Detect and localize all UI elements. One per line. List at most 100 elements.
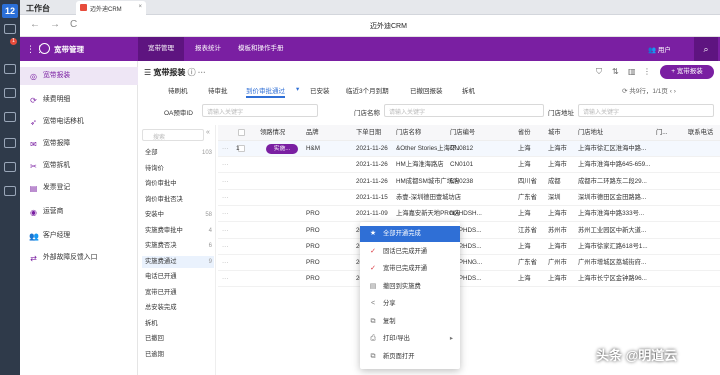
workspace-label[interactable]: 工作台	[26, 3, 50, 14]
row-menu-icon[interactable]: ···	[222, 141, 228, 157]
store-address-input[interactable]: 请输入关键字	[578, 104, 714, 117]
row-menu-icon[interactable]: ···	[222, 223, 228, 239]
row-menu-icon[interactable]: ···	[222, 206, 228, 222]
status-list-item[interactable]: 总安装完成	[142, 302, 214, 314]
add-broadband-button[interactable]: + 宽带报装	[660, 65, 714, 79]
view-title[interactable]: ☰ 宽带报装 ⓘ ···	[144, 67, 206, 78]
status-list-item[interactable]: 询价审批中	[142, 178, 214, 190]
module-name[interactable]: 宽带管理	[54, 44, 84, 55]
sidebar-item-renewal[interactable]: ⟳ 续费明细	[20, 91, 138, 109]
sidebar-item-removal[interactable]: ✂ 宽带拆机	[20, 157, 138, 175]
header-store[interactable]: 门店名称	[396, 125, 421, 141]
header-province[interactable]: 省份	[518, 125, 531, 141]
app-logo[interactable]: 12	[2, 4, 18, 18]
status-list-item[interactable]: 电话已开通	[142, 271, 214, 283]
chevron-down-icon[interactable]: ▾	[296, 85, 299, 93]
header-extra[interactable]: 门...	[656, 125, 668, 141]
tab-close-icon[interactable]: ×	[138, 4, 142, 10]
calendar-icon[interactable]	[4, 64, 16, 74]
tab-price-approved[interactable]: 到价审批通过	[246, 85, 285, 98]
table-row[interactable]: ··· 2021-11-26 HM成都SM城市广场店 CN0238 四川省 成都 成都市二环…	[218, 174, 720, 190]
table-row[interactable]: ··· 2021-11-15 赤壹-深圳德田壹城坊店 广东省 深圳 深圳市德田区金田路路.…	[218, 190, 720, 206]
more-options-icon[interactable]: ⋮	[643, 67, 651, 76]
sidebar-item-broadband-install[interactable]: ◎ 宽带报装	[20, 67, 138, 85]
users-link[interactable]: 👥 用户	[648, 44, 671, 54]
refresh-icon[interactable]: C	[70, 19, 77, 30]
row-menu-icon[interactable]: ···	[222, 239, 228, 255]
header-address[interactable]: 门店地址	[578, 125, 603, 141]
table-row[interactable]: ···PRO2021-11-06上海打浦桥日月光PRO...NXPHDS...上…	[218, 239, 720, 255]
header-brand[interactable]: 品牌	[306, 125, 319, 141]
sidebar-item-relocate[interactable]: ➶ 宽带电话移机	[20, 113, 138, 131]
status-list-item[interactable]: 实施费审批中 4	[142, 225, 214, 237]
status-list-item[interactable]: 已逾期	[142, 349, 214, 361]
header-status[interactable]: 领路情况	[260, 125, 285, 141]
ctx-broadband-complete[interactable]: ✓ 宽带已完成开通	[360, 261, 460, 277]
status-search-input[interactable]: 搜索	[142, 129, 204, 141]
status-list-item[interactable]: 实施费通过 9	[142, 255, 214, 268]
status-badge[interactable]: 实施...	[266, 144, 298, 154]
ctx-phone-complete[interactable]: ✓ 固话已完成开通	[360, 244, 460, 260]
oa-filter-input[interactable]: 请输入关键字	[202, 104, 318, 117]
chart-icon[interactable]: ▥	[628, 67, 636, 76]
ctx-open-new-page[interactable]: ⧉ 新页面打开	[360, 349, 460, 365]
table-row[interactable]: ···PRO2021-11-26苏州凯尚城PRO店NXPHDS...江苏省苏州市…	[218, 223, 720, 239]
header-code[interactable]: 门店编号	[450, 125, 475, 141]
status-list-item[interactable]: 已撤回	[142, 333, 214, 345]
tab-removal[interactable]: 拆机	[462, 85, 475, 95]
header-date[interactable]: 下单日期	[356, 125, 381, 141]
row-menu-icon[interactable]: ···	[222, 174, 228, 190]
status-list-item[interactable]: 宽带已开通	[142, 287, 214, 299]
menu-templates[interactable]: 模板和操作手册	[228, 37, 294, 61]
ctx-share[interactable]: < 分享	[360, 296, 460, 312]
word-icon[interactable]	[4, 138, 16, 148]
ctx-copy[interactable]: ⧉ 复制	[360, 314, 460, 330]
table-row[interactable]: ··· 1 H&M 2021-11-26 &Other Stories上海环... CN0…	[218, 141, 720, 157]
cloud-icon[interactable]	[4, 186, 16, 196]
tab-expiring[interactable]: 临近3个月到期	[346, 85, 389, 95]
ctx-print-export[interactable]: ⎙ 打印/导出 ▸	[360, 331, 460, 347]
table-row[interactable]: ···PRO2021-11-26广州增城东汇城PRO店NXPHNG...广东省广…	[218, 255, 720, 272]
forward-icon[interactable]: →	[50, 19, 60, 30]
status-list-item[interactable]: 询价审批否决	[142, 194, 214, 206]
row-menu-icon[interactable]: ···	[222, 157, 228, 173]
select-all-checkbox[interactable]	[238, 129, 245, 136]
more-icon[interactable]: ···	[198, 68, 206, 77]
status-list-item[interactable]: 安装中 58	[142, 209, 214, 221]
menu-broadband[interactable]: 宽带管理	[138, 37, 184, 61]
header-phone[interactable]: 联系电话	[688, 125, 713, 141]
row-menu-icon[interactable]: ···	[222, 190, 228, 206]
tab-crm[interactable]: 迈外迪CRM ×	[76, 1, 146, 15]
status-list-item[interactable]: 实施费否决 6	[142, 240, 214, 252]
chat-icon[interactable]	[4, 88, 16, 98]
search-icon[interactable]: ⌕	[694, 37, 718, 61]
info-icon[interactable]: ⓘ	[188, 68, 196, 77]
status-list-item[interactable]: 全部 103	[142, 147, 214, 159]
ctx-all-complete[interactable]: ★ 全部开通完成	[360, 226, 460, 242]
table-row[interactable]: ···PRO2021-10-26上海凌空天金PRONXPHDS...上海上海市上…	[218, 271, 720, 288]
table-row[interactable]: ··· PRO 2021-11-09 上海嘉安新天地PRO店 NXHDSH... 上海 上海…	[218, 206, 720, 223]
store-name-input[interactable]: 请输入关键字	[384, 104, 544, 117]
sidebar-item-invoice[interactable]: ▤ 发票登记	[20, 179, 138, 197]
tab-pending-flash[interactable]: 待刷机	[168, 85, 188, 95]
tab-pending-approval[interactable]: 待审批	[208, 85, 228, 95]
apps-icon[interactable]	[4, 112, 16, 122]
doc-icon[interactable]	[4, 162, 16, 172]
sidebar-item-external-fault[interactable]: ⇄ 外部故障反馈入口	[20, 249, 138, 267]
ctx-revert-fee[interactable]: ▤ 撤回到实施费	[360, 279, 460, 295]
back-icon[interactable]: ←	[30, 19, 40, 30]
collapse-icon[interactable]: «	[206, 129, 210, 136]
status-list-item[interactable]: 待询价	[142, 163, 214, 175]
header-city[interactable]: 城市	[548, 125, 561, 141]
sidebar-item-fault[interactable]: ✉ 宽带报障	[20, 135, 138, 153]
tab-withdrawn[interactable]: 已撤回报装	[410, 85, 443, 95]
sidebar-item-account-manager[interactable]: 👥 客户经理	[20, 227, 138, 245]
tab-installed[interactable]: 已安装	[310, 85, 330, 95]
table-row[interactable]: ··· 2021-11-26 HM上海淮海路店 CN0101 上海 上海市 上海市淮海中路6…	[218, 157, 720, 174]
menu-reports[interactable]: 报表统计	[185, 37, 231, 61]
sidebar-item-operator[interactable]: ◉ 运营商	[20, 203, 138, 221]
filter-icon[interactable]: ⛉	[596, 67, 602, 77]
sort-icon[interactable]: ⇅	[612, 67, 619, 76]
status-list-item[interactable]: 拆机	[142, 318, 214, 330]
row-menu-icon[interactable]: ···	[222, 271, 228, 287]
